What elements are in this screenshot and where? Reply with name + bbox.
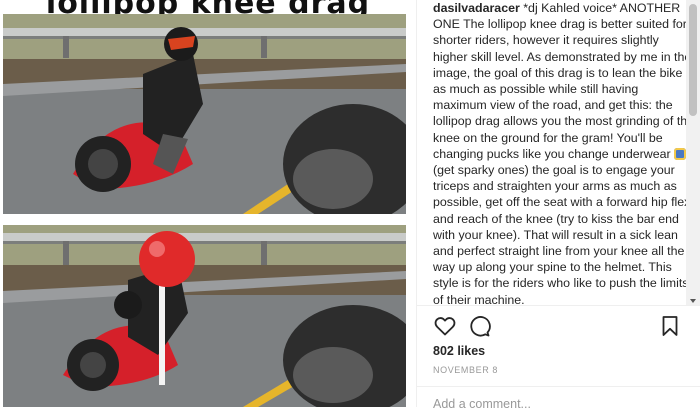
add-comment-input[interactable]: Add a comment...: [433, 397, 531, 411]
likes-count[interactable]: 802 likes: [433, 344, 485, 358]
caption-text-part-1: *dj Kahled voice* ANOTHER ONE The lollip…: [433, 1, 695, 161]
photo-panel-bottom: [3, 225, 406, 407]
caption-scrollbar[interactable]: [686, 0, 700, 305]
caption-separator: [417, 305, 700, 306]
scroll-down-arrow-icon[interactable]: [690, 299, 696, 303]
post-date[interactable]: November 8: [433, 365, 498, 375]
post-sidebar: dasilvadaracer *dj Kahled voice* ANOTHER…: [417, 0, 700, 411]
photo-panel-top: [3, 14, 406, 214]
scrollbar-thumb[interactable]: [689, 4, 697, 116]
comment-bubble-icon[interactable]: [467, 314, 491, 338]
post-actions: [433, 314, 683, 340]
post-caption: dasilvadaracer *dj Kahled voice* ANOTHER…: [433, 0, 695, 305]
caption-username[interactable]: dasilvadaracer: [433, 1, 520, 15]
comment-separator: [417, 386, 700, 387]
briefs-emoji-icon: [674, 147, 687, 160]
caption-text-part-2: (get sparky ones) the goal is to engage …: [433, 163, 691, 305]
heart-icon[interactable]: [433, 314, 457, 338]
post-image: lollipop knee drag: [0, 0, 416, 407]
bookmark-icon[interactable]: [658, 314, 682, 338]
